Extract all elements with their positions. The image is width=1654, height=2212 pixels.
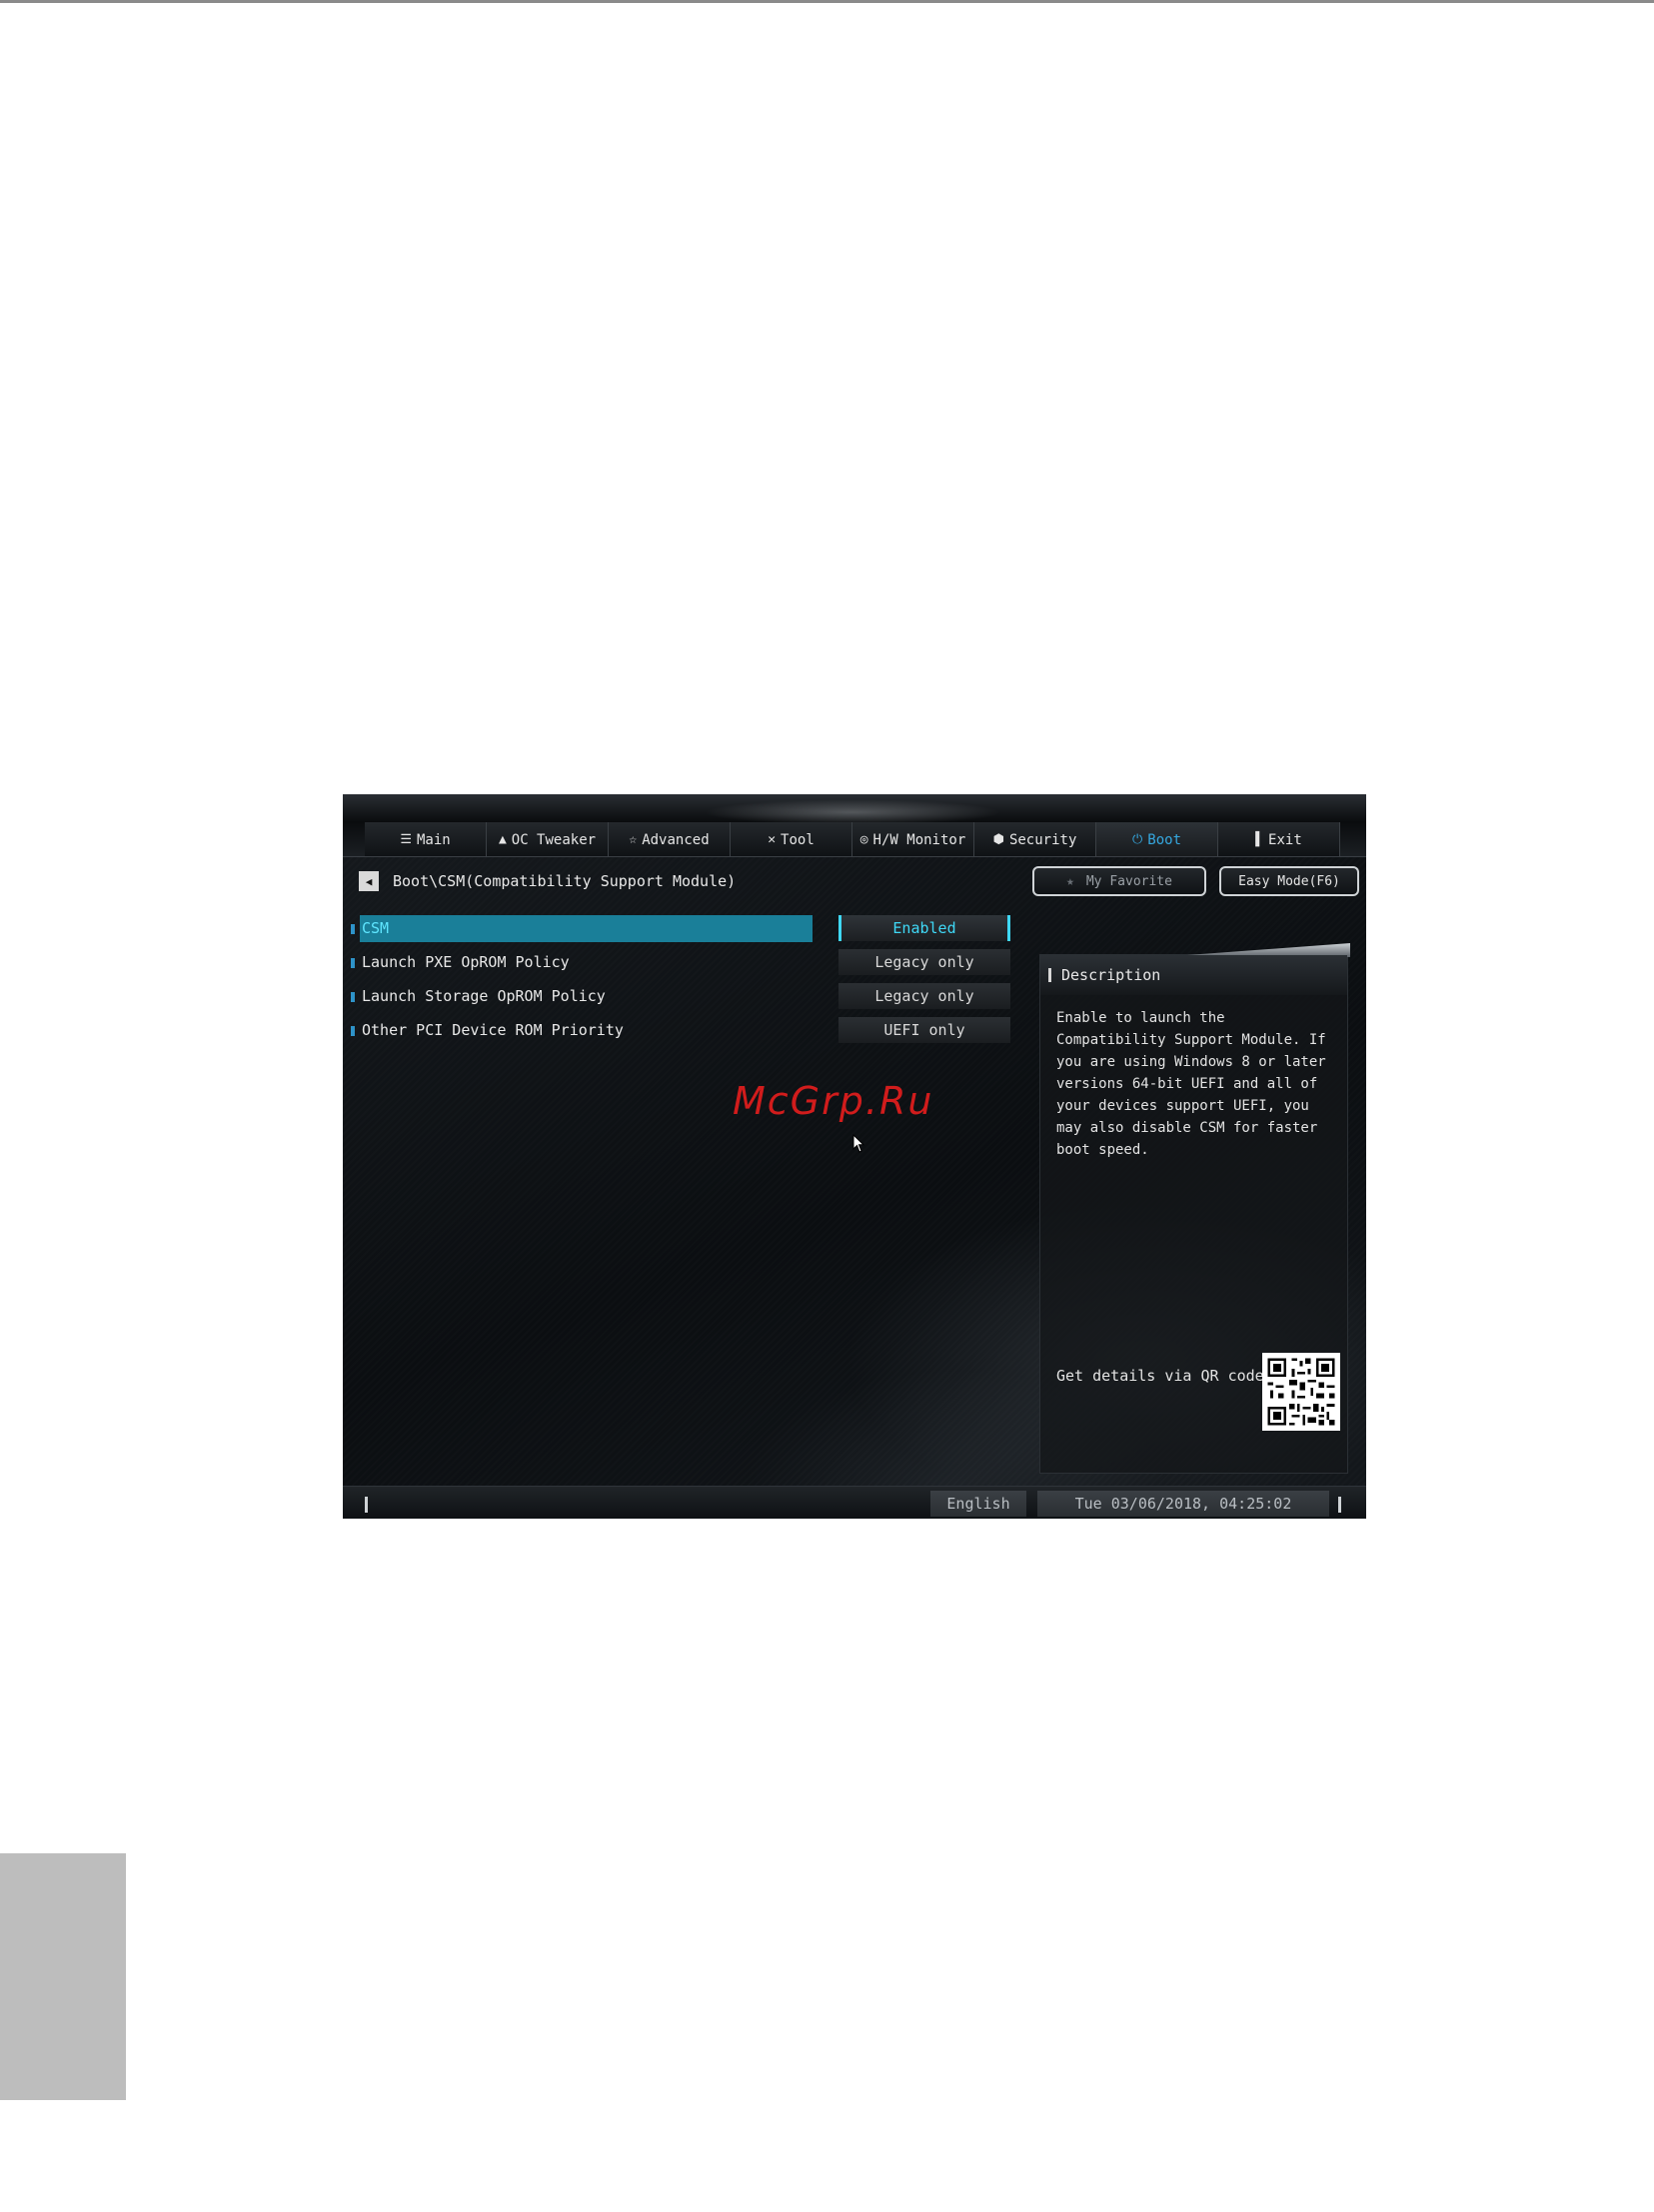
star-icon: ★ <box>1066 873 1074 889</box>
description-header: Description <box>1040 955 1347 995</box>
topbar-highlight <box>643 794 1062 824</box>
exit-icon: ▌ <box>1255 832 1264 847</box>
tab-label: Main <box>416 832 451 848</box>
setting-value[interactable]: Enabled <box>838 915 1010 941</box>
tab-oc-tweaker[interactable]: ▲ OC Tweaker <box>487 822 609 856</box>
my-favorite-button[interactable]: ★ My Favorite <box>1032 866 1206 896</box>
settings-list: CSM Enabled Launch PXE OpROM Policy Lega… <box>351 912 1050 1048</box>
setting-indicator <box>351 1026 355 1036</box>
tools-icon: ✕ <box>768 832 777 847</box>
status-bar: English Tue 03/06/2018, 04:25:02 <box>343 1486 1366 1519</box>
back-arrow-icon: ◀ <box>365 874 373 888</box>
setting-indicator <box>351 924 355 934</box>
setting-row-csm[interactable]: CSM Enabled <box>351 912 1050 946</box>
tab-exit[interactable]: ▌ Exit <box>1218 822 1340 856</box>
qr-label: Get details via QR code <box>1056 1367 1264 1385</box>
setting-label[interactable]: Launch PXE OpROM Policy <box>360 949 813 976</box>
setting-row-pxe-oprom[interactable]: Launch PXE OpROM Policy Legacy only <box>351 946 1050 980</box>
my-favorite-label: My Favorite <box>1085 873 1172 889</box>
header-bar <box>1048 968 1051 982</box>
setting-label[interactable]: Launch Storage OpROM Policy <box>360 983 813 1010</box>
breadcrumb-text: Boot\CSM(Compatibility Support Module) <box>393 872 737 890</box>
easy-mode-button[interactable]: Easy Mode(F6) <box>1219 866 1359 896</box>
tab-hw-monitor[interactable]: ◎ H/W Monitor <box>852 822 974 856</box>
description-text: Enable to launch the Compatibility Suppo… <box>1056 1010 1326 1158</box>
tab-main[interactable]: ☰ Main <box>365 822 487 856</box>
tab-label: Exit <box>1268 832 1302 848</box>
tab-label: Advanced <box>642 832 710 848</box>
bios-screen: ☰ Main ▲ OC Tweaker ☆ Advanced ✕ Tool ◎ … <box>343 794 1366 1519</box>
setting-label[interactable]: CSM <box>360 915 813 942</box>
mouse-cursor-icon <box>852 1134 865 1153</box>
monitor-icon: ◎ <box>859 832 868 847</box>
page-side-tab <box>0 1853 126 2100</box>
setting-indicator <box>351 992 355 1002</box>
power-icon: ⏻ <box>1131 832 1143 847</box>
tab-security[interactable]: ⬢ Security <box>974 822 1096 856</box>
breadcrumb: ◀ Boot\CSM(Compatibility Support Module) <box>359 871 736 891</box>
qr-code-icon <box>1262 1353 1340 1431</box>
setting-row-storage-oprom[interactable]: Launch Storage OpROM Policy Legacy only <box>351 980 1050 1014</box>
top-navigation-bar: ☰ Main ▲ OC Tweaker ☆ Advanced ✕ Tool ◎ … <box>343 794 1366 857</box>
status-tick <box>1338 1497 1341 1513</box>
tab-label: Tool <box>781 832 815 848</box>
tab-boot[interactable]: ⏻ Boot <box>1096 822 1218 856</box>
setting-label[interactable]: Other PCI Device ROM Priority <box>360 1017 813 1044</box>
shield-icon: ⬢ <box>992 832 1004 847</box>
star-icon: ☆ <box>629 832 638 847</box>
setting-row-pci-rom-priority[interactable]: Other PCI Device ROM Priority UEFI only <box>351 1014 1050 1048</box>
setting-value[interactable]: Legacy only <box>838 949 1010 975</box>
status-tick <box>365 1497 368 1513</box>
back-button[interactable]: ◀ <box>359 871 379 891</box>
tab-tool[interactable]: ✕ Tool <box>731 822 852 856</box>
date-time: Tue 03/06/2018, 04:25:02 <box>1037 1491 1329 1517</box>
tab-label: H/W Monitor <box>872 832 966 848</box>
description-title: Description <box>1061 966 1161 984</box>
rocket-icon: ▲ <box>498 832 507 847</box>
tab-label: OC Tweaker <box>511 832 597 848</box>
easy-mode-label: Easy Mode(F6) <box>1238 873 1340 889</box>
setting-value[interactable]: Legacy only <box>838 983 1010 1009</box>
setting-indicator <box>351 958 355 968</box>
description-panel: Description Enable to launch the Compati… <box>1039 943 1350 1474</box>
list-icon: ☰ <box>400 832 412 847</box>
tab-strip: ☰ Main ▲ OC Tweaker ☆ Advanced ✕ Tool ◎ … <box>365 822 1340 856</box>
tab-advanced[interactable]: ☆ Advanced <box>609 822 731 856</box>
language-selector[interactable]: English <box>930 1491 1026 1517</box>
tab-label: Security <box>1008 832 1077 848</box>
setting-value[interactable]: UEFI only <box>838 1017 1010 1043</box>
watermark: McGrp.Ru <box>733 1079 934 1123</box>
page-top-rule <box>0 0 1654 3</box>
tab-label: Boot <box>1147 832 1181 848</box>
